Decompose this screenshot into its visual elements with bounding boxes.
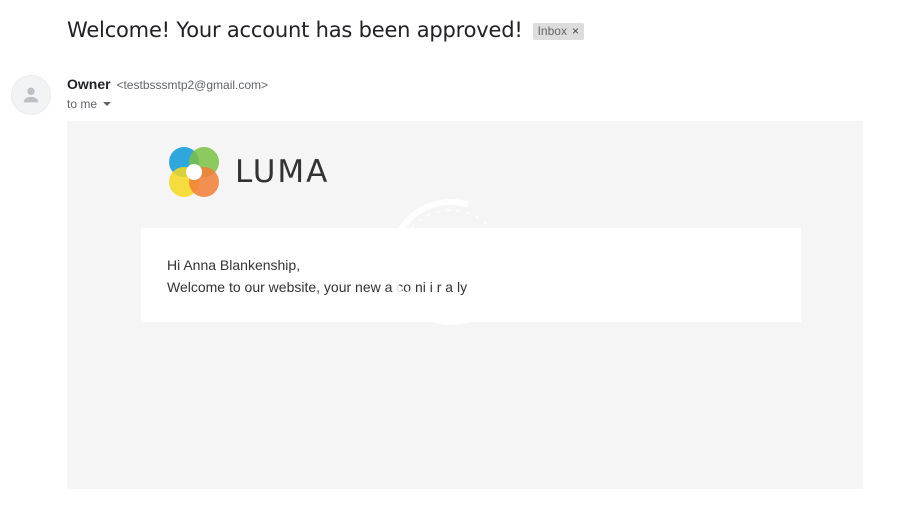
inbox-label-text: Inbox [537, 23, 567, 38]
recipient-text: to me [67, 97, 98, 111]
remove-label-icon[interactable]: × [572, 24, 579, 38]
sender-avatar [11, 75, 51, 115]
loading-spinner-icon [388, 199, 514, 325]
logo-text: LUMA [235, 154, 330, 190]
subject-row: Welcome! Your account has been approved!… [67, 18, 584, 42]
person-icon [23, 87, 39, 103]
luma-logo-icon [169, 147, 219, 197]
inbox-label-chip[interactable]: Inbox × [532, 22, 584, 40]
sender-name[interactable]: Owner [67, 76, 111, 92]
sender-email: <testbsssmtp2@gmail.com> [116, 78, 269, 92]
email-subject: Welcome! Your account has been approved! [67, 18, 523, 42]
recipient-line: to me [67, 97, 112, 111]
luma-logo: LUMA [167, 145, 329, 199]
chevron-down-icon[interactable] [103, 102, 112, 106]
email-view: Welcome! Your account has been approved!… [0, 0, 901, 519]
sender-line: Owner <testbsssmtp2@gmail.com> [67, 76, 268, 92]
